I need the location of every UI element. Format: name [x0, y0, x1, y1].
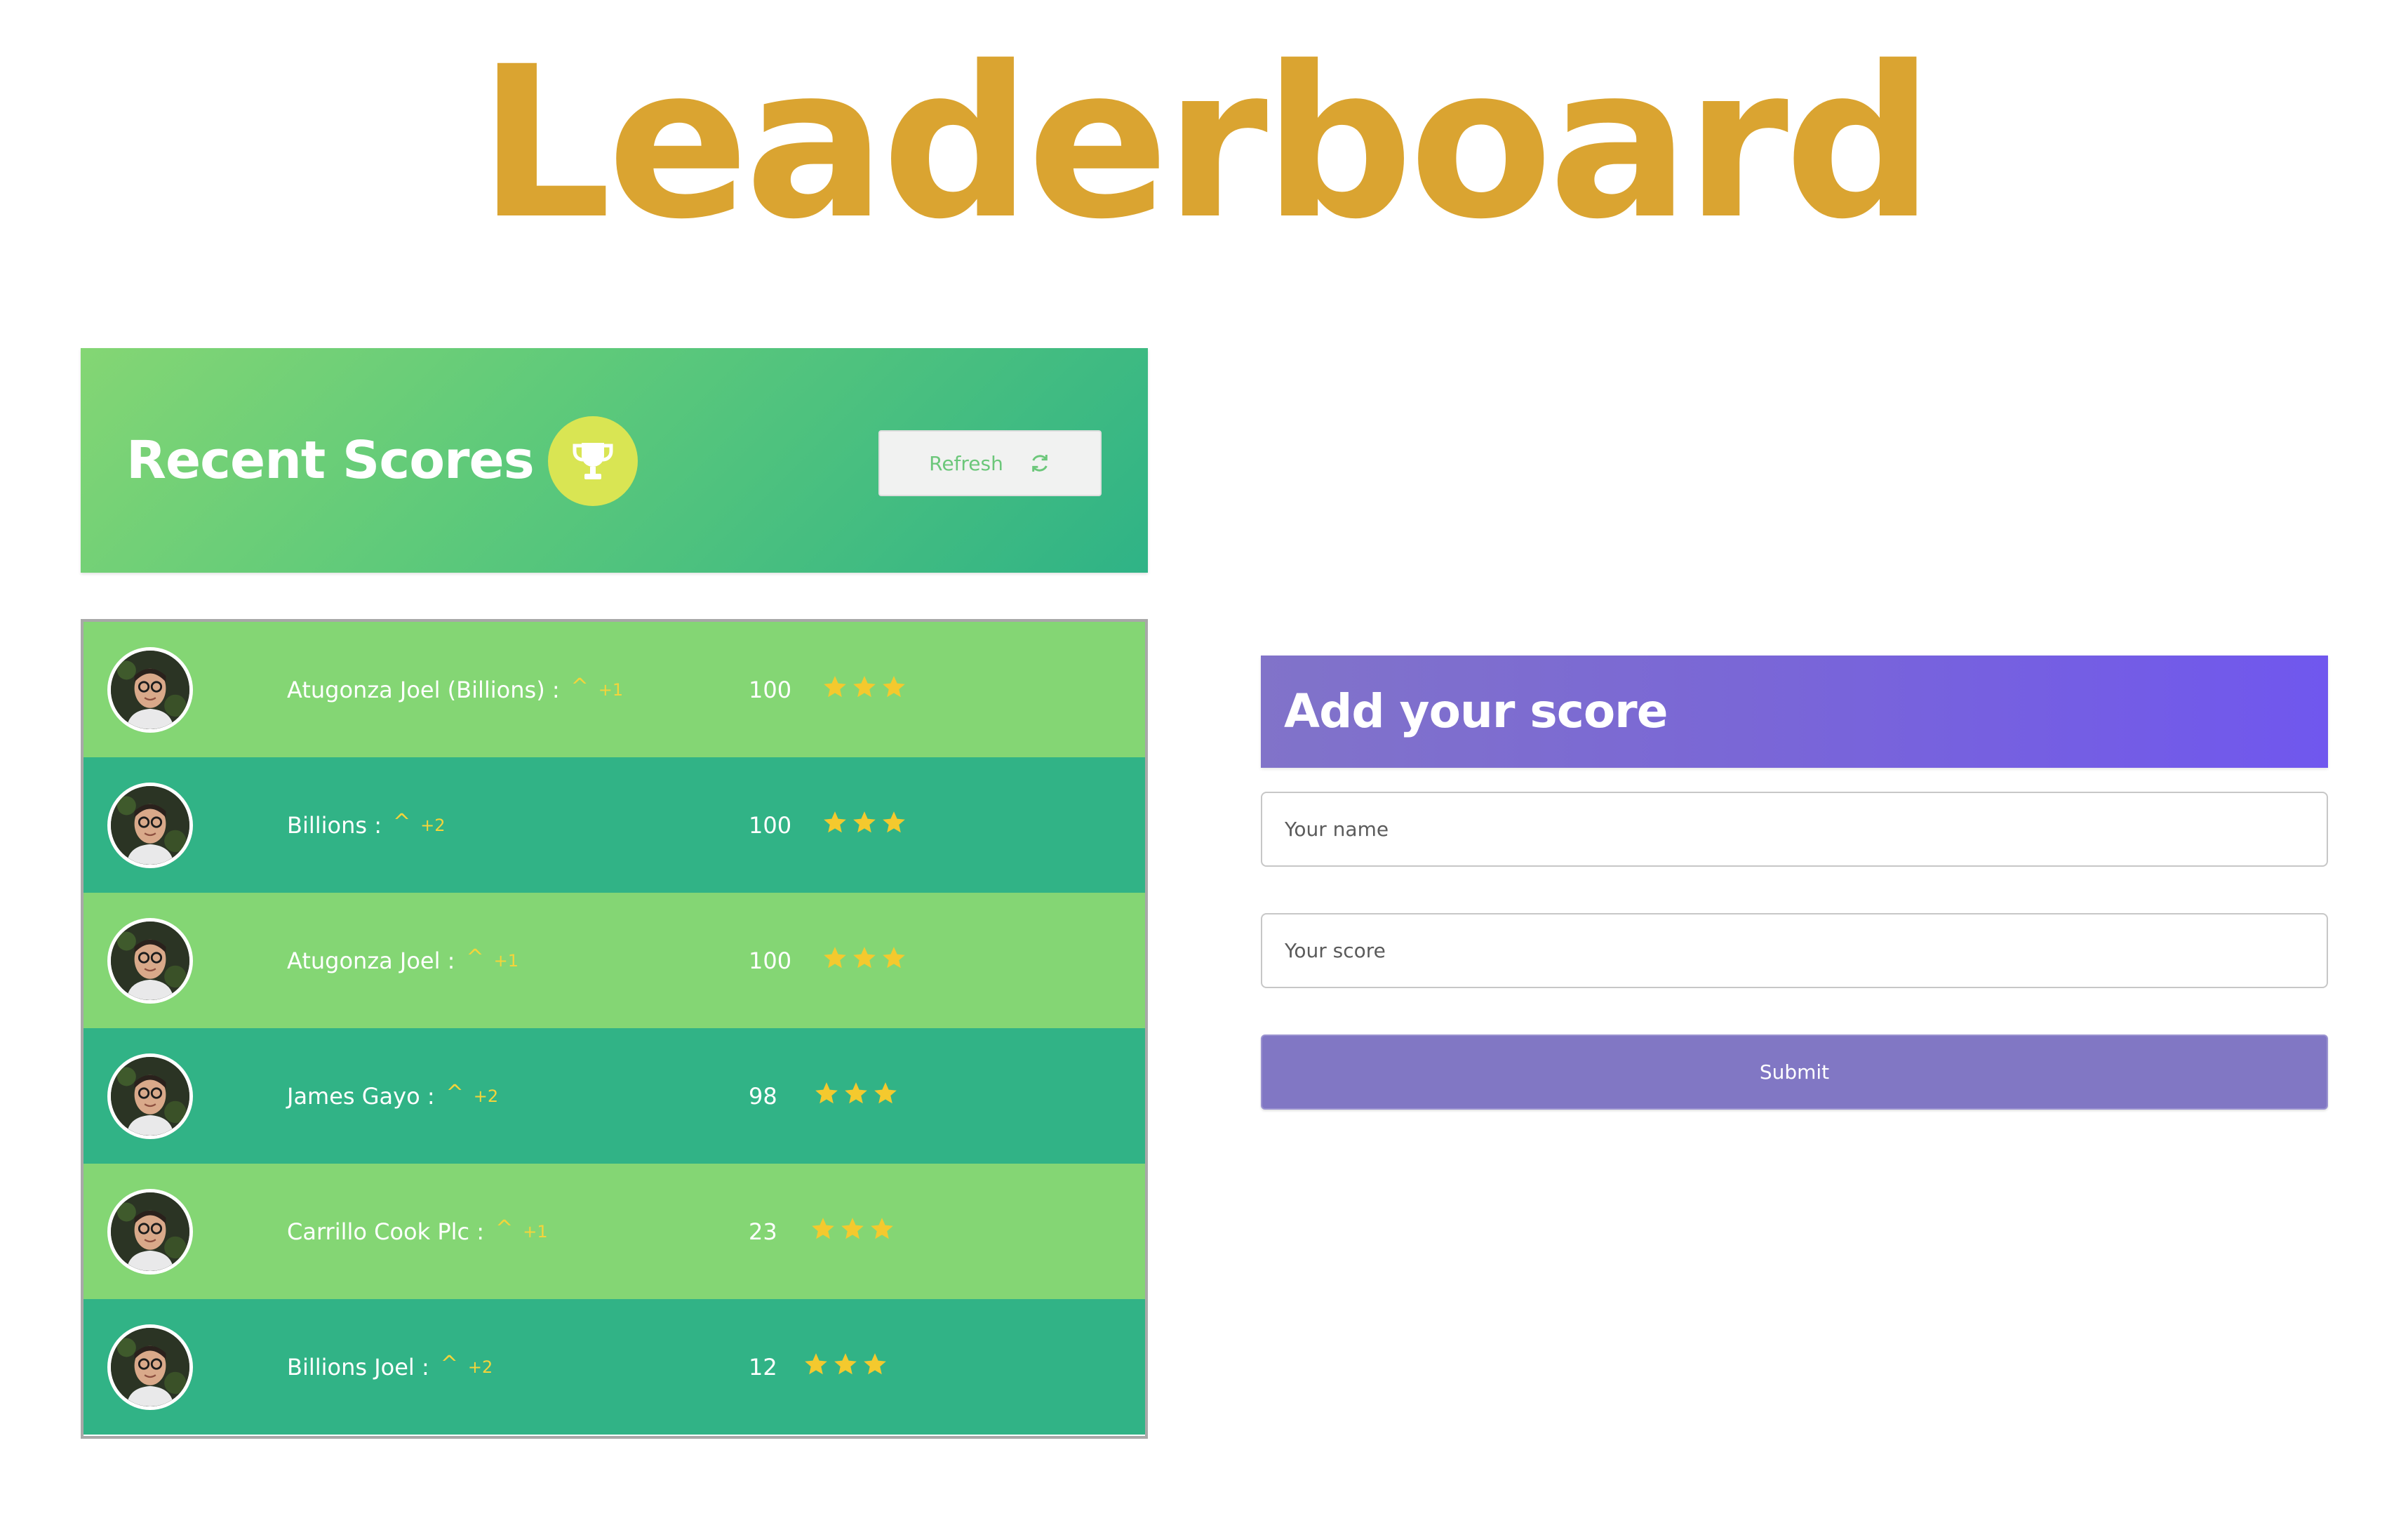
- player-score: 98: [749, 1082, 777, 1110]
- player-score: 100: [749, 947, 792, 974]
- star-icon: [874, 1082, 897, 1104]
- add-score-header: Add your score: [1261, 656, 2328, 768]
- submit-button[interactable]: Submit: [1261, 1035, 2328, 1110]
- refresh-button-label: Refresh: [929, 451, 1003, 475]
- star-rating: [822, 809, 907, 836]
- score-row: Atugonza Joel : ^ +1 100: [83, 893, 1145, 1028]
- player-name: James Gayo :: [287, 1082, 435, 1110]
- star-icon: [834, 1353, 857, 1375]
- avatar: [107, 1189, 193, 1275]
- player-name: Billions Joel :: [287, 1353, 429, 1381]
- rank-up-icon: ^: [570, 674, 589, 699]
- avatar: [107, 783, 193, 868]
- star-icon: [824, 676, 846, 698]
- star-icon: [824, 811, 846, 833]
- avatar: [107, 647, 193, 733]
- rank-delta: +1: [523, 1221, 548, 1242]
- score-row: Billions : ^ +2 100: [83, 757, 1145, 893]
- player-entry: Carrillo Cook Plc : ^ +1: [287, 1164, 548, 1299]
- player-entry: Billions : ^ +2: [287, 757, 446, 893]
- rank-delta: +2: [467, 1357, 493, 1377]
- score-row: James Gayo : ^ +2 98: [83, 1028, 1145, 1164]
- player-name: Atugonza Joel :: [287, 947, 455, 974]
- player-score: 100: [749, 676, 792, 703]
- rank-up-icon: ^: [495, 1216, 514, 1241]
- player-name: Atugonza Joel (Billions) :: [287, 676, 560, 703]
- star-icon: [871, 1218, 893, 1239]
- star-icon: [841, 1218, 864, 1239]
- star-rating: [810, 1216, 895, 1242]
- trophy-icon: [548, 416, 638, 506]
- player-score: 12: [749, 1353, 777, 1381]
- star-icon: [853, 811, 876, 833]
- rank-up-icon: ^: [393, 810, 411, 834]
- star-icon: [883, 676, 905, 698]
- page-title: Leaderboard: [478, 22, 1934, 265]
- player-entry: James Gayo : ^ +2: [287, 1028, 498, 1164]
- player-name: Carrillo Cook Plc :: [287, 1218, 485, 1245]
- refresh-icon: [1032, 455, 1048, 472]
- scores-list: Atugonza Joel (Billions) : ^ +1 100 Bill…: [81, 619, 1148, 1439]
- rank-delta: +1: [493, 950, 519, 971]
- score-input[interactable]: [1261, 913, 2328, 988]
- avatar: [107, 1324, 193, 1410]
- refresh-button[interactable]: Refresh: [878, 430, 1102, 496]
- player-score: 23: [749, 1218, 777, 1245]
- star-icon: [815, 1082, 838, 1104]
- star-icon: [853, 947, 876, 969]
- rank-up-icon: ^: [446, 1081, 464, 1105]
- star-icon: [853, 676, 876, 698]
- rank-up-icon: ^: [440, 1352, 458, 1376]
- star-rating: [822, 945, 907, 971]
- recent-scores-title: Recent Scores: [126, 430, 535, 491]
- player-entry: Atugonza Joel : ^ +1: [287, 893, 519, 1028]
- star-icon: [883, 811, 905, 833]
- star-rating: [803, 1351, 888, 1378]
- avatar: [107, 918, 193, 1004]
- player-entry: Billions Joel : ^ +2: [287, 1299, 493, 1435]
- star-icon: [824, 947, 846, 969]
- player-score: 100: [749, 811, 792, 839]
- player-entry: Atugonza Joel (Billions) : ^ +1: [287, 622, 623, 757]
- name-input[interactable]: [1261, 792, 2328, 867]
- star-icon: [805, 1353, 827, 1375]
- star-icon: [883, 947, 905, 969]
- rank-delta: +2: [420, 815, 446, 835]
- star-rating: [813, 1080, 899, 1107]
- rank-delta: +1: [598, 679, 624, 700]
- rank-up-icon: ^: [466, 945, 484, 970]
- score-row: Atugonza Joel (Billions) : ^ +1 100: [83, 622, 1145, 757]
- avatar: [107, 1053, 193, 1139]
- player-name: Billions :: [287, 811, 382, 839]
- star-rating: [822, 674, 907, 700]
- star-icon: [864, 1353, 886, 1375]
- add-score-title: Add your score: [1284, 684, 1668, 738]
- star-icon: [845, 1082, 867, 1104]
- star-icon: [812, 1218, 834, 1239]
- score-row: Billions Joel : ^ +2 12: [83, 1299, 1145, 1435]
- recent-scores-header: Recent Scores Refresh: [81, 348, 1148, 573]
- score-row: Carrillo Cook Plc : ^ +1 23: [83, 1164, 1145, 1299]
- rank-delta: +2: [473, 1086, 499, 1106]
